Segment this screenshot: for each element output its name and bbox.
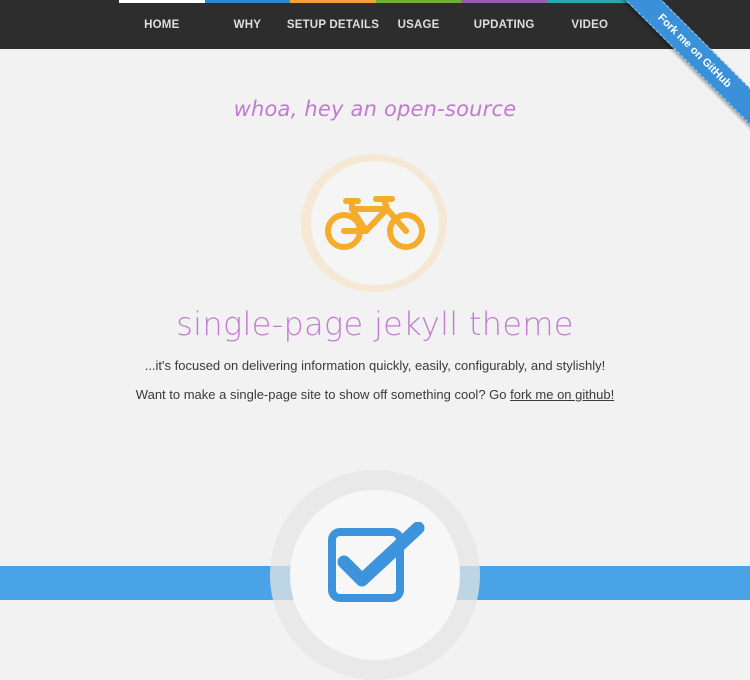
fork-me-link[interactable]: fork me on github! <box>510 387 614 402</box>
nav-item-label: SETUP DETAILS <box>286 18 380 31</box>
nav-item-home[interactable]: HOME <box>119 0 205 49</box>
nav-item-color-bar <box>375 0 462 3</box>
nav-menu: HOME WHY SETUP DETAILS USAGE UPDATING VI… <box>119 0 633 49</box>
nav-item-why[interactable]: WHY <box>204 0 291 49</box>
nav-item-setup-details[interactable]: SETUP DETAILS <box>286 0 380 49</box>
hero-subtitle: ...it's focused on delivering informatio… <box>144 358 606 373</box>
nav-item-label: UPDATING <box>473 18 535 31</box>
bicycle-icon <box>325 196 425 250</box>
nav-item-usage[interactable]: USAGE <box>375 0 462 49</box>
hero-cta: Want to make a single-page site to show … <box>0 387 750 402</box>
nav-item-color-bar <box>290 0 376 3</box>
nav-item-color-bar <box>119 0 205 3</box>
nav-item-updating[interactable]: UPDATING <box>461 0 547 49</box>
nav-item-label: WHY <box>233 18 262 31</box>
fork-me-github-ribbon[interactable]: Fork me on GitHub <box>609 0 750 137</box>
nav-item-label: USAGE <box>397 18 440 31</box>
hero-icon-badge <box>300 153 450 293</box>
nav-item-color-bar <box>461 0 547 3</box>
cta-text: Want to make a single-page site to show … <box>135 387 511 402</box>
github-ribbon-container: Fork me on GitHub <box>600 0 750 150</box>
hero-title: single-page jekyll theme <box>176 305 574 343</box>
nav-item-color-bar <box>204 0 291 3</box>
checkbox-checked-icon <box>328 522 425 602</box>
nav-item-label: HOME <box>144 18 180 31</box>
